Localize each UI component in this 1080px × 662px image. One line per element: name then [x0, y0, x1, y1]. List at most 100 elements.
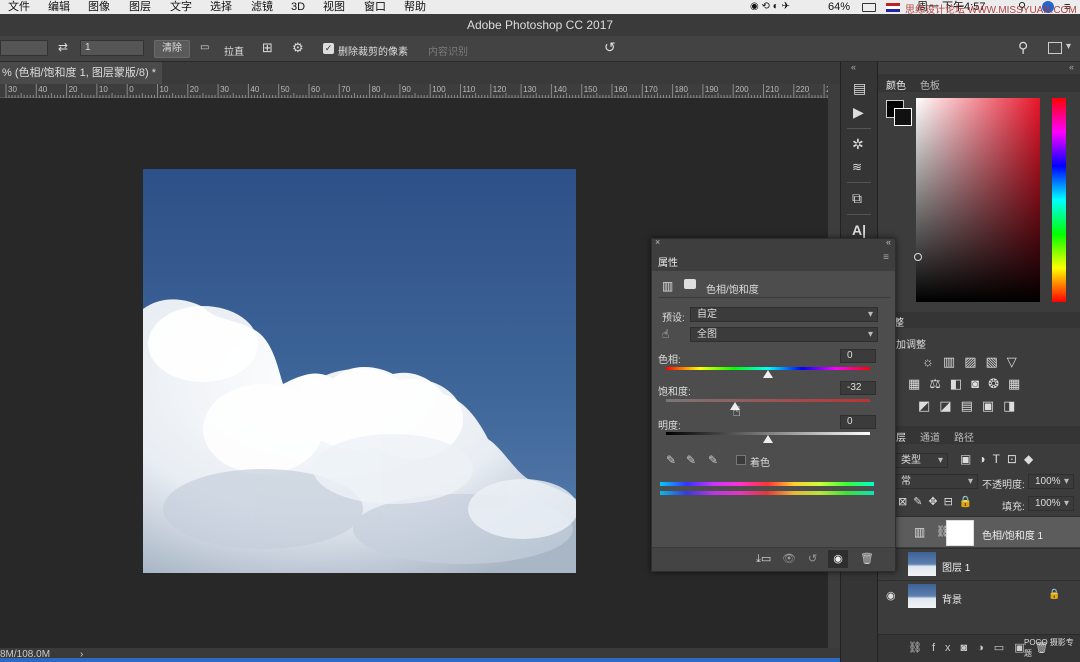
tab-layers[interactable]: 层	[896, 429, 906, 444]
history-icon[interactable]: ▤	[853, 80, 866, 97]
saturation-value-field[interactable]: -32	[840, 381, 876, 395]
eyedropper-icon[interactable]: ✎	[666, 453, 676, 467]
collapse-icon[interactable]: «	[1069, 62, 1074, 72]
lightness-label: 明度:	[658, 421, 681, 432]
eyedropper-add-icon[interactable]: ✎	[686, 453, 696, 467]
menu-select[interactable]: 选择	[210, 0, 232, 14]
collapse-icon[interactable]: «	[886, 237, 891, 247]
tab-paths[interactable]: 路径	[954, 429, 974, 444]
visibility-icon[interactable]: ◉	[828, 550, 848, 568]
hue-value-field[interactable]: 0	[840, 349, 876, 363]
play-action-icon[interactable]: ▶	[853, 104, 864, 121]
brush-presets-icon[interactable]: ≋	[852, 160, 862, 174]
eye-icon[interactable]: ◉	[886, 589, 896, 602]
background-color-swatch[interactable]	[894, 108, 912, 126]
tab-swatches[interactable]: 色板	[920, 77, 940, 92]
grid-overlay-icon[interactable]: ⊞	[262, 40, 273, 56]
layer-row-background[interactable]: ◉ 背景 🔒	[878, 580, 1080, 611]
battery-icon	[862, 3, 876, 12]
adjustment-icons-row-1[interactable]: ☼▥▨▧▽	[922, 354, 1026, 370]
ruler-label: 30	[220, 85, 229, 94]
ruler-label: 140	[553, 85, 567, 94]
lock-icon: 🔒	[1048, 589, 1061, 600]
straighten-label[interactable]: 拉直	[224, 43, 244, 58]
character-icon[interactable]: A|	[852, 222, 866, 238]
collapse-icon[interactable]: «	[851, 62, 856, 72]
workspace-icon[interactable]	[1048, 42, 1062, 54]
layer-mask-thumbnail[interactable]	[946, 520, 974, 546]
blend-mode-select[interactable]: 常 ▾	[894, 474, 978, 489]
document-image[interactable]	[143, 169, 576, 573]
layer-row-layer1[interactable]: 图层 1	[878, 548, 1080, 579]
adjustment-icons-row-2[interactable]: ▦⚖◧◙❂▦	[908, 376, 1029, 392]
straighten-icon[interactable]: ▭	[200, 42, 209, 53]
reset-icon[interactable]: ↺	[808, 552, 817, 565]
preset-label: 预设:	[662, 313, 685, 324]
saturation-slider-track[interactable]	[666, 399, 870, 402]
mask-icon[interactable]	[684, 279, 696, 289]
tab-color[interactable]: 颜色	[886, 77, 906, 92]
properties-panel[interactable]: × « 属性 ≡ ▥ 色相/饱和度 预设: 自定 ▾ ☝ 全图 ▾ 色相: 0 饱和…	[651, 237, 896, 572]
status-icons: ◉ ⟲ ◐ ✈	[750, 1, 790, 12]
channel-select[interactable]: 全图 ▾	[690, 327, 878, 342]
lightness-value-field[interactable]: 0	[840, 415, 876, 429]
tab-channels[interactable]: 通道	[920, 429, 940, 444]
delete-cropped-checkbox[interactable]: ✓	[323, 43, 334, 54]
brush-settings-icon[interactable]: ✲	[852, 136, 864, 153]
layer-name[interactable]: 图层 1	[942, 559, 970, 574]
layer-filter-icons[interactable]: ▣◑T⊡◆	[960, 452, 1040, 466]
opacity-field[interactable]: 100% ▾	[1028, 474, 1074, 489]
ruler-label: 170	[644, 85, 658, 94]
clear-button[interactable]: 清除	[154, 40, 190, 58]
ratio-height-field[interactable]: 1	[80, 40, 144, 56]
swap-icon[interactable]: ⇄	[58, 40, 68, 54]
ratio-width-field[interactable]	[0, 40, 48, 56]
menu-help[interactable]: 帮助	[404, 0, 426, 14]
chevron-down-icon[interactable]: ▾	[1066, 41, 1071, 52]
panel-menu-icon[interactable]: ≡	[883, 252, 889, 263]
delete-cropped-label: 删除裁剪的像素	[338, 47, 408, 58]
app-titlebar: Adobe Photoshop CC 2017	[0, 14, 1080, 36]
trash-icon[interactable]: 🗑	[860, 552, 874, 565]
adjustment-icons-row-3[interactable]: ◩◪▤▣◨	[918, 398, 1024, 414]
ruler-label: 70	[341, 85, 351, 94]
hue-slider-thumb[interactable]	[763, 370, 773, 378]
menu-edit[interactable]: 编辑	[48, 0, 70, 14]
ruler-label: 90	[401, 85, 411, 94]
menu-filter[interactable]: 滤镜	[251, 0, 273, 14]
bottom-scroll-indicator	[0, 658, 840, 662]
close-icon[interactable]: ×	[655, 237, 660, 247]
menu-layer[interactable]: 图层	[129, 0, 151, 14]
clip-to-layer-icon[interactable]: ⤓▭	[756, 552, 771, 566]
menu-file[interactable]: 文件	[8, 0, 30, 14]
document-tab[interactable]: % (色相/饱和度 1, 图层蒙版/8) *	[0, 62, 162, 84]
view-previous-icon[interactable]: 👁	[782, 552, 796, 565]
reset-icon[interactable]: ↺	[604, 39, 616, 56]
eyedropper-subtract-icon[interactable]: ✎	[708, 453, 718, 467]
properties-title[interactable]: 属性	[658, 254, 678, 269]
hue-slider[interactable]	[1052, 98, 1066, 302]
menu-view[interactable]: 视图	[323, 0, 345, 14]
lightness-slider-thumb[interactable]	[763, 435, 773, 443]
targeted-adjust-hand-icon[interactable]: ☝	[662, 327, 669, 341]
panel-title-strip[interactable]: × «	[652, 237, 895, 249]
mac-menubar: 文件 编辑 图像 图层 文字 选择 滤镜 3D 视图 窗口 帮助 ◉ ⟲ ◐ ✈…	[0, 0, 1080, 16]
menu-image[interactable]: 图像	[88, 0, 110, 14]
app-title: Adobe Photoshop CC 2017	[466, 18, 614, 32]
gear-icon[interactable]: ⚙	[292, 40, 304, 56]
search-icon[interactable]: ⚲	[1018, 39, 1028, 56]
color-picker-field[interactable]	[916, 98, 1040, 302]
layer-name[interactable]: 背景	[942, 591, 962, 606]
layer-row-hue-sat[interactable]: ▥ ⛓ 色相/饱和度 1	[878, 516, 1080, 547]
lock-icons[interactable]: ⊠✎✥⊟🔒	[898, 495, 979, 508]
menu-type[interactable]: 文字	[170, 0, 192, 14]
preset-select[interactable]: 自定 ▾	[690, 307, 878, 322]
menu-3d[interactable]: 3D	[291, 0, 305, 14]
colorize-checkbox[interactable]	[736, 455, 746, 465]
layer-kind-filter[interactable]: 类型 ▾	[894, 453, 948, 468]
menu-window[interactable]: 窗口	[364, 0, 386, 14]
layer-name[interactable]: 色相/饱和度 1	[982, 527, 1043, 542]
color-picker-cursor[interactable]	[914, 253, 922, 261]
fill-field[interactable]: 100% ▾	[1028, 496, 1074, 511]
clone-source-icon[interactable]: ⧉	[852, 190, 862, 207]
